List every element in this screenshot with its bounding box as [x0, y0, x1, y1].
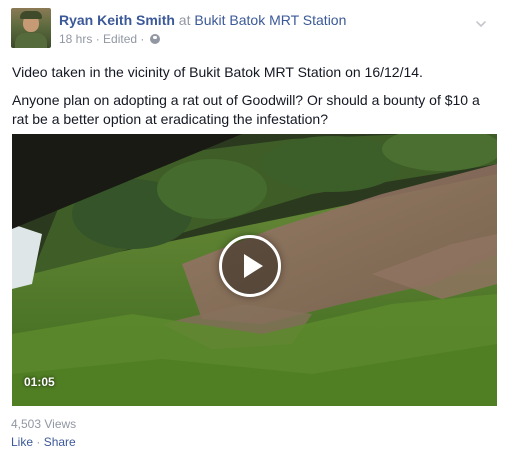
play-button[interactable]: [219, 235, 281, 297]
place-link[interactable]: Bukit Batok MRT Station: [194, 12, 346, 28]
edited-link[interactable]: Edited: [103, 32, 137, 46]
at-word: at: [178, 12, 191, 28]
meta-separator: ·: [140, 32, 145, 46]
chevron-down-icon[interactable]: [475, 18, 487, 30]
view-count: 4,503 Views: [11, 417, 77, 431]
video-duration: 01:05: [24, 375, 55, 389]
globe-icon[interactable]: [149, 34, 160, 44]
share-link[interactable]: Share: [44, 435, 76, 449]
post-paragraph: Anyone plan on adopting a rat out of Goo…: [12, 92, 480, 127]
action-separator: ·: [36, 435, 41, 449]
post-actions: Like · Share: [11, 434, 76, 450]
avatar[interactable]: [11, 8, 51, 48]
post-card: Ryan Keith Smith at Bukit Batok MRT Stat…: [0, 0, 509, 456]
post-text: Video taken in the vicinity of Bukit Bat…: [12, 63, 497, 138]
play-icon: [244, 254, 263, 278]
author-name-link[interactable]: Ryan Keith Smith: [59, 12, 175, 28]
timestamp-link[interactable]: 18 hrs: [59, 32, 92, 46]
post-paragraph: Video taken in the vicinity of Bukit Bat…: [12, 64, 423, 80]
like-link[interactable]: Like: [11, 435, 33, 449]
meta-separator: ·: [95, 32, 100, 46]
post-header: Ryan Keith Smith at Bukit Batok MRT Stat…: [11, 8, 501, 48]
name-line: Ryan Keith Smith at Bukit Batok MRT Stat…: [59, 11, 346, 29]
video-player[interactable]: 01:05: [12, 134, 497, 406]
post-meta: 18 hrs · Edited ·: [59, 31, 160, 47]
